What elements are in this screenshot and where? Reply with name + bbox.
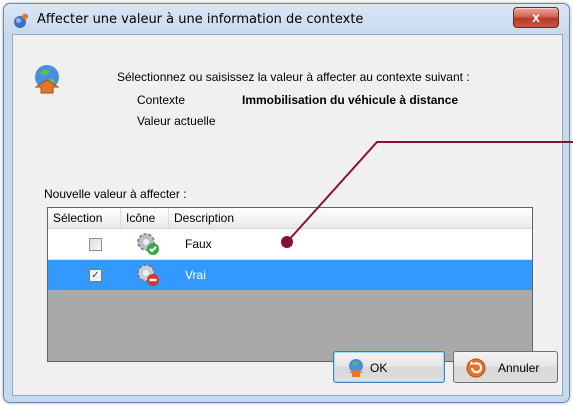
window-title: Affecter une valeur à une information de… xyxy=(37,12,364,27)
cancel-button[interactable]: Annuler xyxy=(453,351,558,383)
table-row-selected[interactable]: ✓ Vrai xyxy=(48,260,532,290)
current-value-label: Valeur actuelle xyxy=(137,114,216,128)
column-header-icon[interactable]: Icône xyxy=(121,208,169,228)
gear-stop-icon xyxy=(137,264,159,286)
globe-arrow-icon xyxy=(34,65,60,94)
values-grid[interactable]: Sélection Icône Description Faux ✓ Vrai xyxy=(47,207,533,362)
selection-checkbox-checked[interactable]: ✓ xyxy=(89,269,102,282)
globe-check-icon xyxy=(349,359,363,377)
description-cell: Faux xyxy=(185,237,212,251)
table-row[interactable]: Faux xyxy=(48,229,532,260)
dialog-content: Sélectionnez ou saisissez la valeur à af… xyxy=(12,34,563,396)
context-value: Immobilisation du véhicule à distance xyxy=(242,93,459,107)
close-button[interactable]: x xyxy=(513,7,559,28)
dialog-window: Affecter une valeur à une information de… xyxy=(3,3,570,403)
ok-button[interactable]: OK xyxy=(333,351,445,383)
description-cell: Vrai xyxy=(185,268,206,282)
column-header-selection[interactable]: Sélection xyxy=(48,208,121,228)
instruction-text: Sélectionnez ou saisissez la valeur à af… xyxy=(117,70,470,84)
app-icon xyxy=(14,13,28,28)
context-label: Contexte xyxy=(137,93,186,107)
column-header-description[interactable]: Description xyxy=(169,208,532,228)
ok-label: OK xyxy=(370,361,388,375)
gear-check-icon xyxy=(137,233,159,255)
grid-header: Sélection Icône Description xyxy=(48,208,532,229)
title-bar[interactable]: Affecter une valeur à une information de… xyxy=(4,4,569,34)
cancel-label: Annuler xyxy=(498,361,540,375)
grid-caption: Nouvelle valeur à affecter : xyxy=(44,187,187,201)
selection-checkbox[interactable] xyxy=(89,238,102,251)
cancel-undo-icon xyxy=(466,358,486,378)
